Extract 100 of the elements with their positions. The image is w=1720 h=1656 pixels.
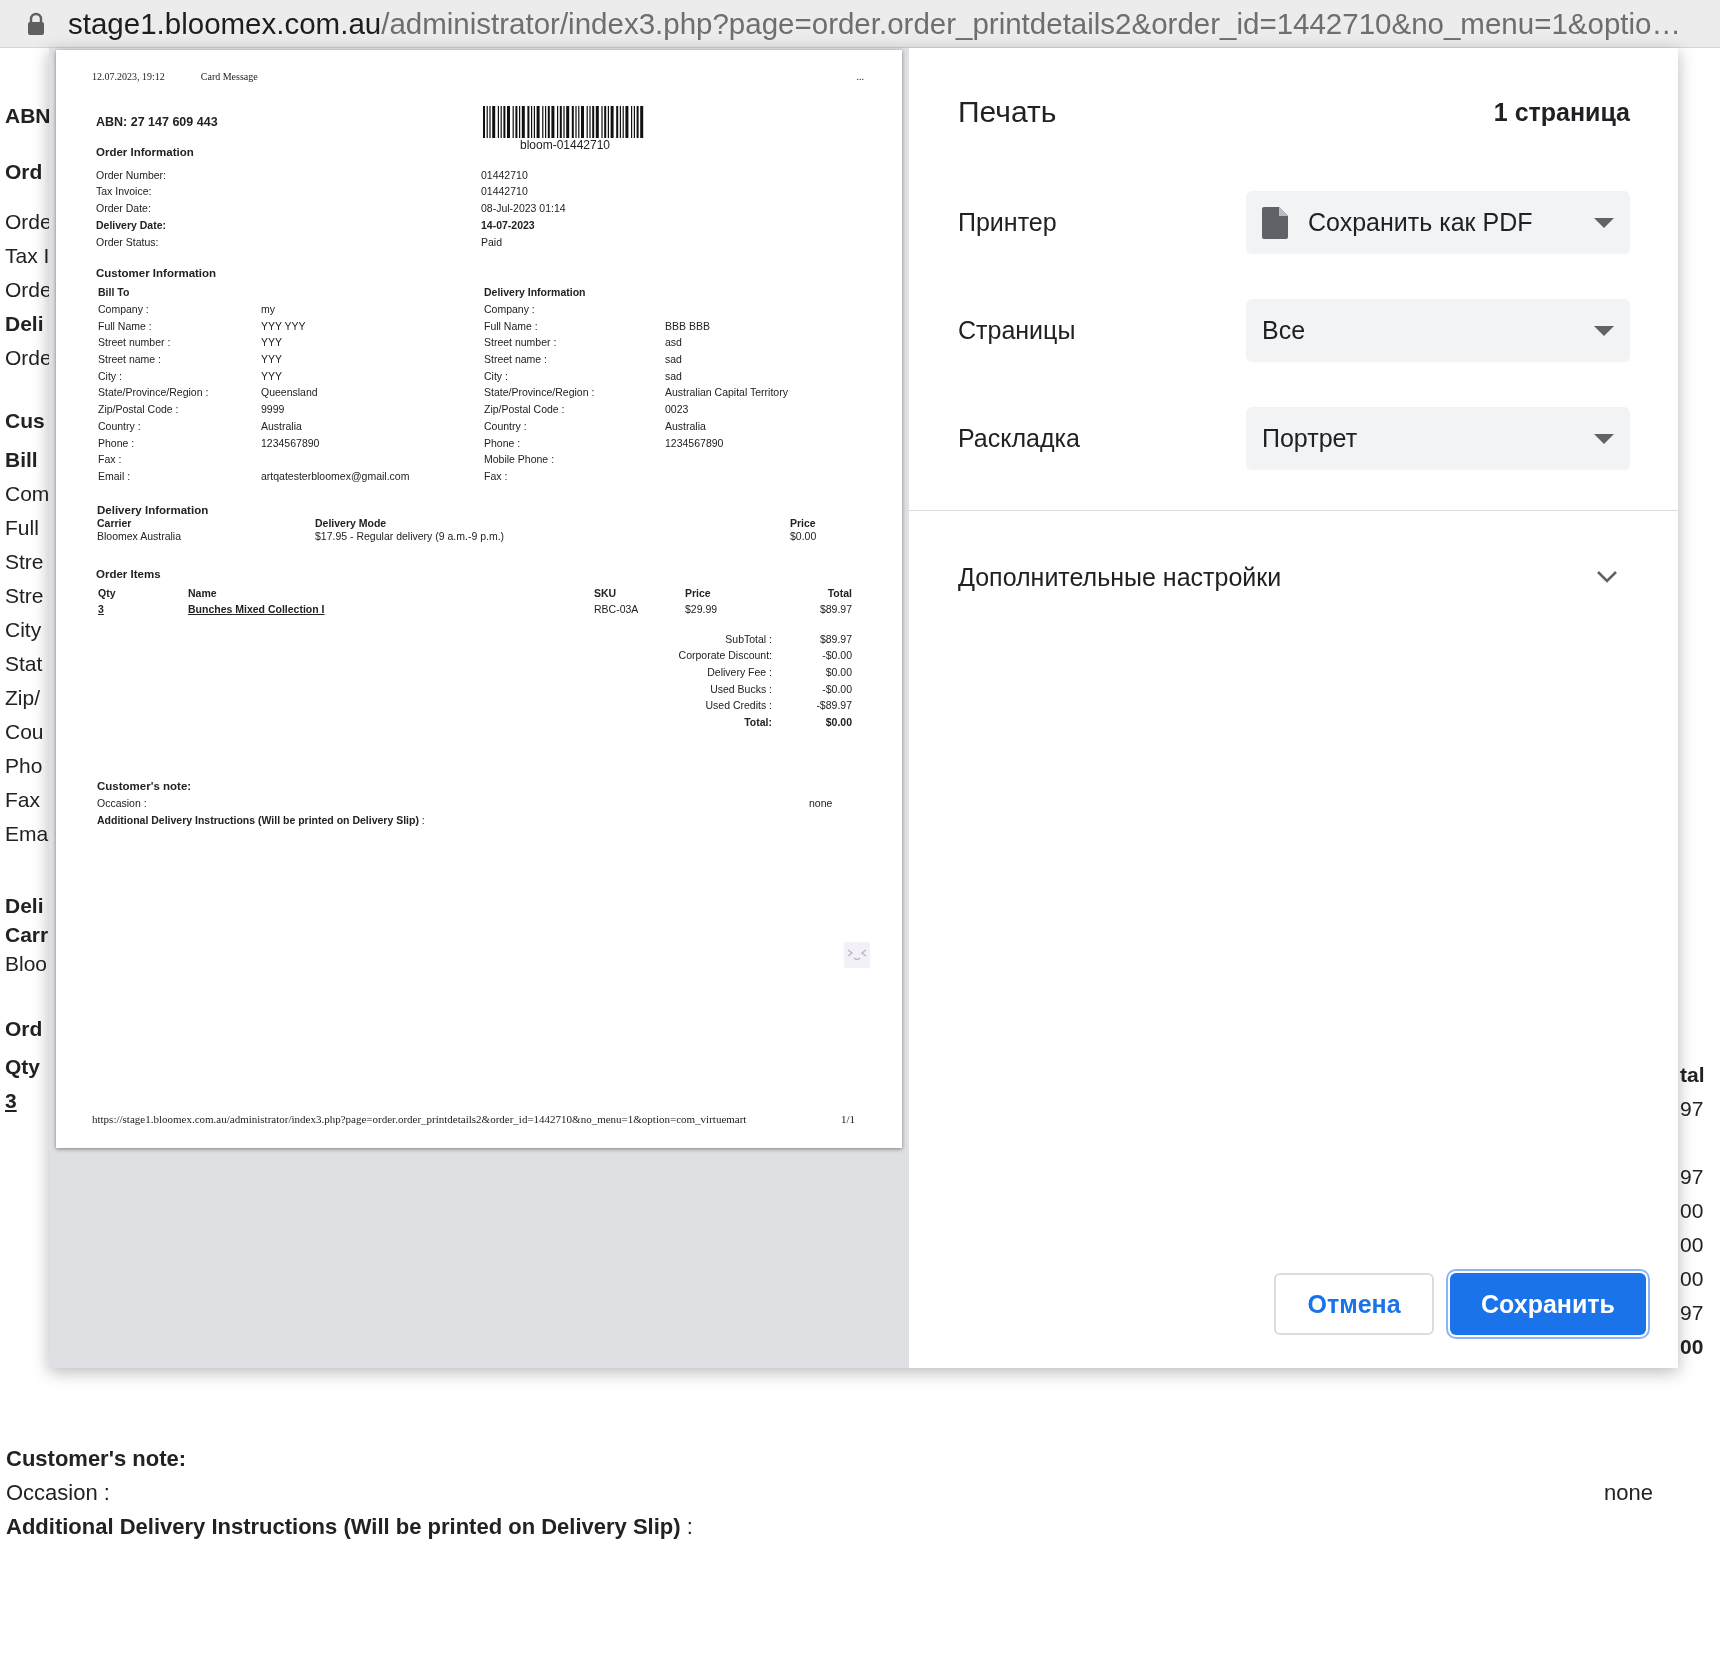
field-value: YYY	[261, 352, 282, 368]
total-label: Used Credits :	[705, 698, 772, 714]
field-value: YYY YYY	[261, 318, 306, 334]
field-value: Australian Capital Territory	[665, 385, 788, 401]
dropdown[interactable]: Сохранить как PDF	[1246, 191, 1630, 254]
cut-off-text: Qty	[5, 1054, 41, 1080]
column-heading: SKU	[594, 585, 617, 601]
field-value: Queensland	[261, 385, 318, 401]
cut-off-text: 00	[1680, 1198, 1705, 1224]
quantity-link[interactable]: 3	[98, 600, 104, 617]
section-heading: Order Items	[96, 566, 161, 582]
barcode-text: bloom-01442710	[519, 138, 611, 152]
cut-off-text: 97	[1680, 1164, 1705, 1190]
total-value: $89.97	[819, 631, 852, 647]
column-heading: Delivery Mode	[315, 516, 387, 530]
note-heading: Customer's note:	[97, 778, 192, 794]
dialog-title: Печать	[958, 94, 1057, 130]
cut-off-text: Ord	[5, 159, 44, 185]
page-number: 1/1	[840, 1112, 855, 1127]
field-label: Country :	[98, 418, 141, 434]
field-label: City :	[484, 368, 508, 384]
field-label: Email :	[98, 468, 131, 484]
product-link[interactable]: Bunches Mixed Collection I	[188, 600, 325, 617]
cut-off-text: Pho	[5, 753, 44, 779]
print-date: 12.07.2023, 19:12	[92, 70, 165, 80]
field-value: Australia	[665, 418, 706, 434]
field-value: 01442710	[481, 184, 528, 200]
instructions-text: Additional Delivery Instructions (Will be printed on Delivery Slip) :	[6, 1513, 693, 1541]
squint-face-icon[interactable]	[844, 942, 870, 968]
column-heading: Qty	[98, 585, 116, 601]
footer-url: https://stage1.bloomex.com.au/administrator/index3.php?page=order.order_printdetails2&order_id=1442710&no_menu=1&option=com_virtuemart	[92, 1112, 747, 1127]
field-value: Paid	[481, 234, 502, 250]
field-value: 1234567890	[261, 435, 320, 451]
cut-off-text: tal	[1680, 1062, 1706, 1088]
field-value: 0023	[665, 402, 689, 418]
address-bar[interactable]: stage1.bloomex.com.au/administrator/index3.php?page=order.order_printdetails2&order_id=1442710&no_menu=1&optio…	[0, 0, 1720, 48]
page-count: 1 страница	[1493, 97, 1630, 128]
field-label: City :	[98, 368, 122, 384]
column-heading: Carrier	[97, 516, 132, 530]
dropdown[interactable]: Портрет	[1246, 407, 1630, 470]
field-value: 08-Jul-2023 01:14	[481, 201, 566, 217]
cut-off-text: Orde	[5, 277, 49, 303]
cut-off-text: Zip/	[5, 685, 41, 711]
total-label: Used Bucks :	[710, 681, 772, 697]
field-label: Street name :	[98, 352, 162, 368]
dropdown[interactable]: Все	[1246, 299, 1630, 362]
field-value: 14-07-2023	[481, 217, 535, 233]
field-label: Order Number:	[96, 167, 167, 183]
field-value: 1234567890	[665, 435, 724, 451]
field-value: asd	[665, 335, 682, 351]
field-label: Street number :	[484, 335, 557, 351]
setting-label: Страницы	[958, 316, 1077, 345]
field-label: Zip/Postal Code :	[98, 402, 179, 418]
field-value: my	[261, 301, 275, 317]
note-heading: Customer's note:	[6, 1445, 187, 1473]
cut-off-text: Bloo	[5, 951, 49, 977]
cut-off-text: Orde	[5, 345, 49, 371]
cut-off-text: City	[5, 617, 43, 643]
lock-icon	[26, 11, 46, 36]
caret-icon	[1594, 217, 1614, 228]
field-label: Company :	[484, 301, 535, 317]
cut-off-text: Full	[5, 515, 40, 541]
cut-off-text: Deli	[5, 893, 45, 919]
cut-off-text[interactable]: 3	[5, 1084, 49, 1118]
field-label: Country :	[484, 418, 527, 434]
cut-off-text: Orde	[5, 209, 49, 235]
block-heading: Delivery Information	[484, 285, 586, 301]
total-label: SubTotal :	[725, 631, 772, 647]
field-label: Phone :	[98, 435, 135, 451]
field-label: Zip/Postal Code :	[484, 402, 565, 418]
occasion-value: none	[1604, 1479, 1654, 1507]
table-cell-text: $89.97	[819, 601, 852, 617]
total-label: Total:	[744, 715, 772, 731]
field-value: 01442710	[481, 167, 528, 183]
column-heading: Price	[685, 585, 711, 601]
field-label: Order Date:	[96, 201, 151, 217]
field-label: Mobile Phone :	[484, 452, 555, 468]
cut-off-text: Cus	[5, 408, 46, 434]
total-value: -$0.00	[822, 681, 852, 697]
field-label: State/Province/Region :	[484, 385, 595, 401]
setting-label: Принтер	[958, 208, 1058, 237]
cut-off-text: Deli	[5, 311, 45, 337]
cut-off-text: Carr	[5, 922, 49, 948]
field-label: Street name :	[484, 352, 548, 368]
total-label: Delivery Fee :	[707, 665, 772, 681]
field-value: sad	[665, 368, 682, 384]
cut-off-text: 97	[1680, 1300, 1705, 1326]
field-value: 9999	[261, 402, 285, 418]
cut-off-text: Stre	[5, 583, 45, 609]
field-label: Order Status:	[96, 234, 159, 250]
field-label: Company :	[98, 301, 149, 317]
field-label: Full Name :	[98, 318, 152, 334]
section-heading: Customer Information	[96, 266, 217, 282]
cut-off-text: Ord	[5, 1016, 44, 1042]
cut-off-text: Ema	[5, 821, 49, 847]
cancel-button[interactable]: Отмена	[1274, 1273, 1434, 1335]
more-settings-toggle[interactable]: Дополнительные настройки	[958, 559, 1630, 595]
caret-icon	[1594, 433, 1614, 444]
field-value: Australia	[261, 418, 302, 434]
instructions-text: Additional Delivery Instructions (Will be printed on Delivery Slip) :	[97, 812, 425, 828]
